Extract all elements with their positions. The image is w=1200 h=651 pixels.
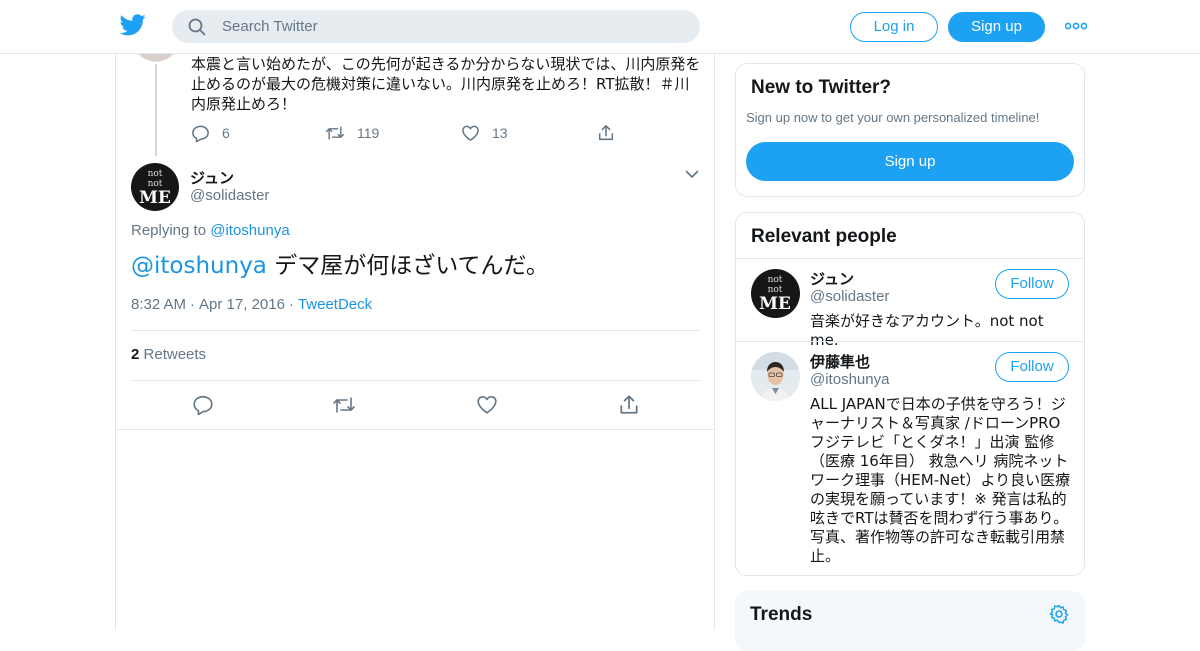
share-icon <box>598 125 614 141</box>
trends-card: Trends <box>735 591 1085 651</box>
person-handle[interactable]: @itoshunya <box>810 371 889 388</box>
divider <box>131 330 700 331</box>
tweet-author-handle[interactable]: @solidaster <box>190 187 269 204</box>
tweet-time[interactable]: 8:32 AM <box>131 296 186 313</box>
retweet-icon <box>325 126 345 140</box>
like-action[interactable]: 13 <box>461 122 508 144</box>
tweet-column: 本震と言い始めたが、この先何が起きるか分からない現状では、川内原発を止めるのが最… <box>115 38 715 630</box>
previous-tweet-text: 本震と言い始めたが、この先何が起きるか分からない現状では、川内原発を止めるのが最… <box>191 55 701 113</box>
tweet-stats[interactable]: 2 Retweets <box>131 346 206 363</box>
top-bar: Log in Sign up <box>0 0 1200 54</box>
retweet-action[interactable]: 119 <box>325 122 379 144</box>
like-icon[interactable] <box>476 394 498 415</box>
new-to-twitter-card: New to Twitter? Sign up now to get your … <box>735 63 1085 197</box>
follow-button[interactable]: Follow <box>995 269 1069 299</box>
new-to-twitter-subtitle: Sign up now to get your own personalized… <box>746 110 1040 125</box>
search-input[interactable] <box>222 10 682 43</box>
tweet-author-name[interactable]: ジュン <box>190 167 234 188</box>
person-bio: 音楽が好きなアカウント。not not me. <box>810 312 1044 349</box>
tweet-text: @itoshunya デマ屋が何ほざいてんだ。 <box>131 250 549 282</box>
reply-icon[interactable] <box>192 394 214 416</box>
divider <box>736 341 1084 342</box>
divider <box>131 380 700 381</box>
reply-icon <box>192 125 209 142</box>
person-bio: ALL JAPANで日本の子供を守ろう！ジャーナリスト＆写真家 /ドローンPRO… <box>810 395 1071 565</box>
follow-button[interactable]: Follow <box>995 352 1069 382</box>
replying-to-label: Replying to <box>131 222 207 239</box>
relevant-people-title: Relevant people <box>751 226 897 247</box>
login-button[interactable]: Log in <box>850 12 938 42</box>
reply-count: 6 <box>222 125 230 141</box>
reply-action[interactable]: 6 <box>191 122 230 144</box>
replying-to: Replying to @itoshunya <box>131 222 290 239</box>
retweet-total-label: Retweets <box>143 346 207 363</box>
person-name[interactable]: 伊藤隼也 <box>810 351 870 372</box>
divider <box>116 429 714 430</box>
twitter-bird-icon[interactable] <box>120 14 146 36</box>
tweet-date[interactable]: Apr 17, 2016 <box>199 296 285 313</box>
search-icon <box>188 18 206 36</box>
more-dots-icon[interactable] <box>1065 22 1087 30</box>
tweet-author-avatar[interactable]: not not ME <box>131 163 179 211</box>
retweet-count: 119 <box>357 125 380 141</box>
like-icon <box>462 125 479 141</box>
share-icon[interactable] <box>618 394 640 416</box>
signup-button[interactable]: Sign up <box>948 12 1045 42</box>
person-name[interactable]: ジュン <box>810 268 854 289</box>
thread-line <box>155 64 157 156</box>
person-avatar[interactable] <box>751 352 800 401</box>
person-avatar[interactable]: not not ME <box>751 269 800 318</box>
avatar-logo: not not ME <box>139 169 171 208</box>
chevron-down-icon[interactable] <box>685 169 699 179</box>
tweet-source-link[interactable]: TweetDeck <box>298 296 372 313</box>
new-to-twitter-title: New to Twitter? <box>751 77 892 98</box>
previous-tweet-actions: 6 119 13 <box>191 122 651 144</box>
sidebar-signup-button[interactable]: Sign up <box>746 142 1074 181</box>
tweet-actions <box>116 394 714 416</box>
person-handle[interactable]: @solidaster <box>810 288 889 305</box>
person-photo <box>751 352 800 401</box>
retweet-total: 2 <box>131 346 140 363</box>
share-action[interactable] <box>597 122 627 144</box>
avatar-logo: not not ME <box>759 275 791 314</box>
tweet-meta: 8:32 AM · Apr 17, 2016 · TweetDeck <box>131 296 373 313</box>
search-box[interactable] <box>172 10 700 43</box>
replying-to-link[interactable]: @itoshunya <box>210 222 289 239</box>
relevant-people-card: Relevant people not not ME ジュン @solidast… <box>735 212 1085 576</box>
tweet-body: デマ屋が何ほざいてんだ。 <box>266 253 549 279</box>
trends-title: Trends <box>750 604 813 625</box>
like-count: 13 <box>492 125 508 141</box>
retweet-icon[interactable] <box>332 394 356 416</box>
divider <box>736 258 1084 259</box>
tweet-mention-link[interactable]: @itoshunya <box>131 253 267 279</box>
settings-gear-icon[interactable] <box>1049 604 1069 624</box>
